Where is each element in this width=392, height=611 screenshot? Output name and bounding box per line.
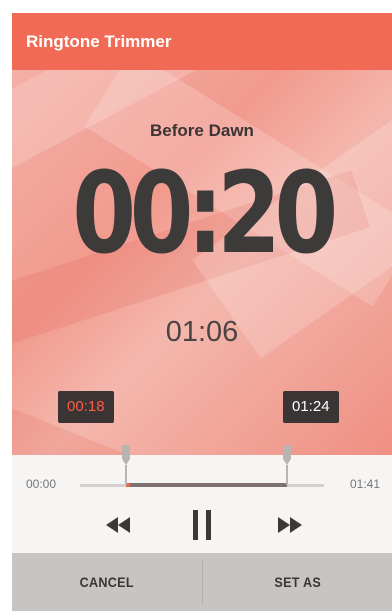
pause-icon [193,510,211,540]
fast-forward-button[interactable] [270,505,310,545]
trim-handle-icon [122,445,130,485]
rewind-icon [106,517,130,533]
timeline-end-label: 01:41 [349,477,380,491]
action-divider [201,559,203,605]
start-trim-handle[interactable] [121,445,131,485]
pause-button[interactable] [182,505,222,545]
end-marker[interactable]: 01:24 [283,391,339,423]
rewind-button[interactable] [98,505,138,545]
action-bar: CANCEL SET AS [12,553,392,611]
fast-forward-icon [278,517,302,533]
trim-handle-icon [283,445,291,485]
playback-controls [12,505,392,545]
player-hero: Before Dawn 00:20 01:06 00:18 01:24 [12,70,392,455]
timeline-start-label: 00:00 [26,477,57,491]
cancel-button[interactable]: CANCEL [21,553,192,611]
song-title: Before Dawn [150,121,254,140]
timeline-selection [126,483,287,487]
ringtone-trimmer-screen: Ringtone Trimmer Before Dawn 00:20 01:06… [12,13,392,611]
app-bar: Ringtone Trimmer [12,13,392,70]
app-title: Ringtone Trimmer [26,31,172,51]
end-trim-handle[interactable] [282,445,292,485]
current-time: 00:20 [72,149,338,279]
set-as-button[interactable]: SET AS [212,553,383,611]
trim-timeline: 00:00 01:41 [12,445,392,553]
start-marker[interactable]: 00:18 [58,391,114,423]
clip-duration: 01:06 [165,316,239,348]
